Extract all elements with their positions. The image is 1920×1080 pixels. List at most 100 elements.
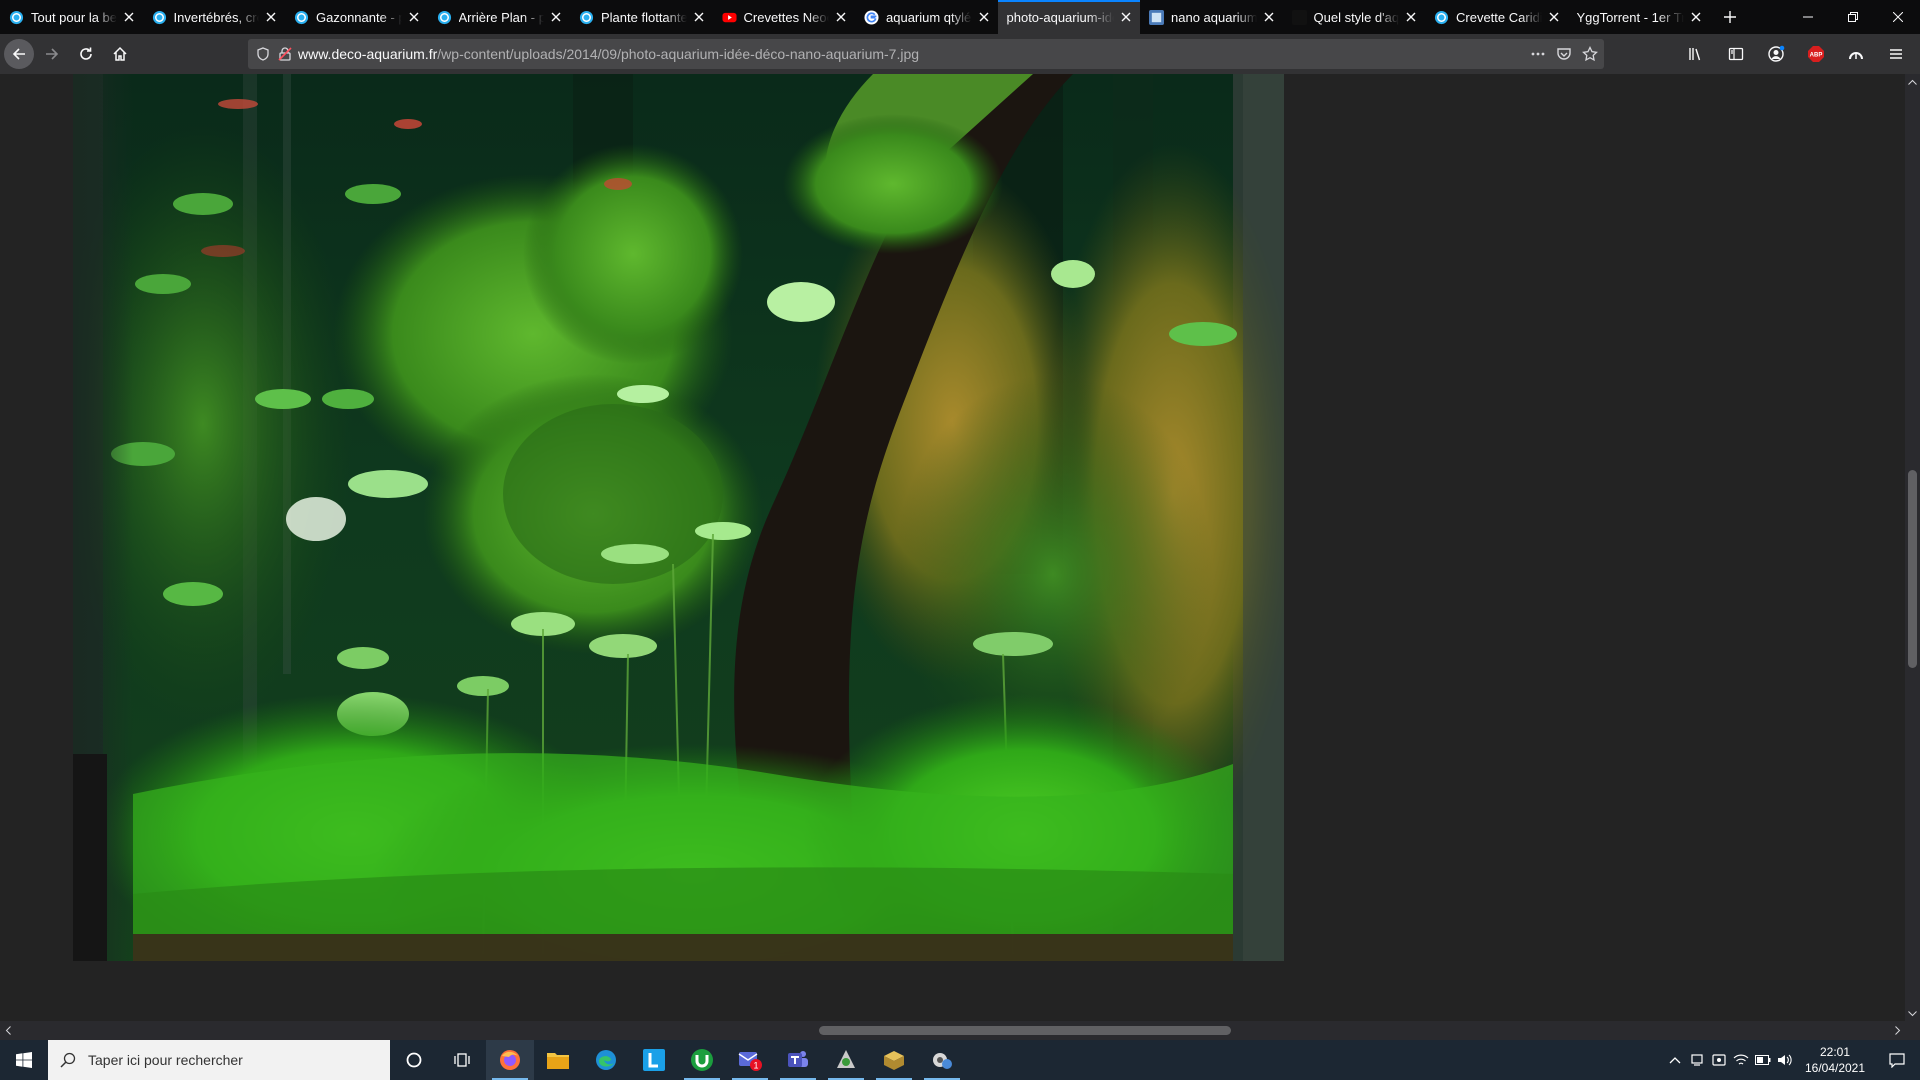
chevron-up-icon (1908, 79, 1917, 85)
tray-volume-button[interactable] (1774, 1040, 1796, 1080)
tab-title: photo-aquarium-idée (1006, 9, 1115, 25)
page-actions-button[interactable] (1530, 46, 1546, 62)
tab-title: Plante flottante (601, 9, 687, 25)
library-button[interactable] (1680, 38, 1712, 70)
browser-tab[interactable]: photo-aquarium-idée (997, 0, 1140, 34)
scroll-up-arrow[interactable] (1905, 74, 1920, 89)
window-controls (1785, 0, 1920, 34)
browser-tab[interactable]: Gazonnante - plantes (285, 0, 428, 34)
toolbar-right-items: ABP (1680, 34, 1912, 74)
taskbar-network-app[interactable] (822, 1040, 870, 1080)
taskbar-utorrent[interactable] (678, 1040, 726, 1080)
browser-tab[interactable]: Arrière Plan - plantes (428, 0, 571, 34)
youtube-icon (721, 10, 737, 25)
insecure-lock-icon[interactable] (278, 47, 292, 61)
tab-close-icon[interactable] (1118, 9, 1134, 25)
back-button[interactable] (4, 39, 34, 69)
horizontal-scrollbar[interactable] (0, 1021, 1905, 1040)
bookmark-star-button[interactable] (1582, 46, 1598, 62)
address-bar[interactable]: www.deco-aquarium.fr/wp-content/uploads/… (248, 39, 1604, 69)
taskbar-settings-app[interactable] (918, 1040, 966, 1080)
cortana-button[interactable] (390, 1040, 438, 1080)
clock-time: 22:01 (1819, 1045, 1851, 1059)
scroll-down-arrow[interactable] (1905, 1006, 1920, 1021)
tab-title: Gazonnante - plantes (316, 9, 402, 25)
extension-button[interactable] (1840, 38, 1872, 70)
browser-tab[interactable]: YggTorrent - 1er Tracker (1568, 0, 1711, 34)
browser-tab[interactable]: Invertébrés, crevettes (143, 0, 286, 34)
browser-tab[interactable]: Crevettes Neocaridina (713, 0, 856, 34)
dark-site-icon (1291, 9, 1307, 25)
pocket-button[interactable] (1556, 46, 1572, 62)
sidebar-button[interactable] (1720, 38, 1752, 70)
home-icon (113, 46, 127, 61)
taskbar-l-app[interactable] (630, 1040, 678, 1080)
tab-close-icon[interactable] (1403, 9, 1419, 25)
navigation-toolbar: www.deco-aquarium.fr/wp-content/uploads/… (0, 34, 1920, 74)
adblock-plus-button[interactable]: ABP (1800, 38, 1832, 70)
taskbar-firefox[interactable] (486, 1040, 534, 1080)
windows-logo-icon (16, 1052, 32, 1068)
account-button[interactable] (1760, 38, 1792, 70)
tray-app-button[interactable] (1686, 1040, 1708, 1080)
taskbar-search-box[interactable]: Taper ici pour rechercher (48, 1040, 390, 1080)
globe-icon (294, 10, 309, 25)
browser-tab[interactable]: Crevette Caridina (1425, 0, 1568, 34)
taskbar-mail[interactable]: 1 (726, 1040, 774, 1080)
edge-icon (596, 1050, 616, 1070)
search-icon (60, 1052, 76, 1068)
restore-button[interactable] (1830, 0, 1875, 34)
new-tab-button[interactable] (1710, 0, 1750, 34)
browser-tab[interactable]: aquarium qtylé (855, 0, 998, 34)
vertical-scroll-thumb[interactable] (1908, 470, 1917, 668)
minimize-icon (1802, 16, 1813, 18)
scroll-left-arrow[interactable] (0, 1023, 15, 1038)
tab-close-icon[interactable] (1688, 9, 1704, 25)
pocket-icon (1557, 48, 1571, 60)
browser-tab[interactable]: Tout pour la beauté (0, 0, 143, 34)
tab-close-icon[interactable] (121, 9, 137, 25)
taskbar-teams[interactable] (774, 1040, 822, 1080)
tab-close-icon[interactable] (263, 9, 279, 25)
tab-close-icon[interactable] (406, 9, 422, 25)
action-center-button[interactable] (1874, 1040, 1920, 1080)
task-view-button[interactable] (438, 1040, 486, 1080)
chevron-down-icon (1908, 1010, 1917, 1016)
horizontal-scroll-thumb[interactable] (819, 1026, 1231, 1035)
reload-button[interactable] (70, 38, 102, 70)
teams-icon (788, 1051, 808, 1067)
tab-close-icon[interactable] (833, 9, 849, 25)
star-icon (1582, 46, 1598, 62)
chevron-up-icon (1669, 1057, 1681, 1064)
taskbar-package-app[interactable] (870, 1040, 918, 1080)
scroll-right-arrow[interactable] (1890, 1023, 1905, 1038)
browser-tab[interactable]: Quel style d'aquarium (1283, 0, 1426, 34)
close-window-button[interactable] (1875, 0, 1920, 34)
tab-close-icon[interactable] (691, 9, 707, 25)
app-menu-button[interactable] (1880, 38, 1912, 70)
taskbar-file-explorer[interactable] (534, 1040, 582, 1080)
more-horizontal-icon (1531, 52, 1545, 56)
taskbar-clock[interactable]: 22:01 16/04/2021 (1796, 1044, 1874, 1076)
taskbar-edge[interactable] (582, 1040, 630, 1080)
forward-button[interactable] (36, 38, 68, 70)
tab-close-icon[interactable] (548, 9, 564, 25)
show-hidden-icons-button[interactable] (1664, 1040, 1686, 1080)
vertical-scrollbar[interactable] (1905, 74, 1920, 1021)
tray-wifi-button[interactable] (1730, 1040, 1752, 1080)
tab-close-icon[interactable] (1546, 9, 1562, 25)
tab-title: Arrière Plan - plantes (458, 9, 545, 25)
url-text[interactable]: www.deco-aquarium.fr/wp-content/uploads/… (298, 46, 919, 62)
start-button[interactable] (0, 1040, 48, 1080)
wifi-icon (1733, 1054, 1749, 1065)
browser-tab[interactable]: Plante flottante (570, 0, 713, 34)
tray-battery-button[interactable] (1752, 1040, 1774, 1080)
tray-meet-now-button[interactable] (1708, 1040, 1730, 1080)
tab-close-icon[interactable] (976, 9, 992, 25)
shield-icon[interactable] (256, 47, 270, 61)
browser-tab[interactable]: nano aquarium (1140, 0, 1283, 34)
minimize-button[interactable] (1785, 0, 1830, 34)
tab-close-icon[interactable] (1261, 9, 1277, 25)
site-icon (1149, 9, 1164, 25)
home-button[interactable] (104, 38, 136, 70)
